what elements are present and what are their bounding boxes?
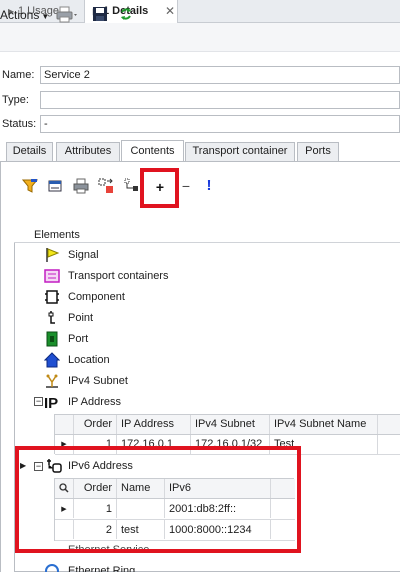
type-field[interactable] — [40, 91, 400, 109]
transport-container-icon — [44, 269, 60, 283]
tree-item-label: Location — [68, 354, 110, 366]
info-icon[interactable]: ! — [205, 178, 213, 194]
column-header-ip-address[interactable]: IP Address — [117, 415, 191, 434]
tree-item-label: Signal — [68, 249, 99, 261]
expand-columns-icon[interactable] — [47, 178, 63, 194]
print-preview-icon[interactable] — [73, 178, 89, 194]
print-icon[interactable] — [56, 6, 78, 24]
tree-item-transport-containers[interactable]: Transport containers — [40, 266, 340, 287]
svg-text:IP: IP — [44, 395, 58, 410]
name-label: Name: — [2, 69, 35, 81]
tree-header: Elements — [14, 227, 400, 243]
column-header-ipv4-subnet-name[interactable]: IPv4 Subnet Name — [270, 415, 378, 434]
actions-menu-button[interactable]: Actions ▼ — [0, 6, 53, 24]
tab-details-content[interactable]: Details — [6, 142, 53, 161]
point-icon — [48, 311, 55, 324]
filter-icon[interactable] — [22, 178, 38, 194]
signal-flag-icon — [46, 248, 60, 262]
ip-grid-header: Order IP Address IPv4 Subnet IPv4 Subnet… — [55, 415, 400, 435]
ip-address-icon: IP — [44, 395, 58, 410]
status-field[interactable]: - — [40, 115, 400, 133]
save-icon[interactable] — [92, 6, 108, 22]
chevron-down-icon: ▼ — [41, 12, 50, 21]
tree-item-label: Component — [68, 291, 125, 303]
tree-item-signal[interactable]: Signal — [40, 245, 340, 266]
location-icon — [44, 352, 60, 368]
ip-grid-corner — [55, 415, 74, 434]
tree-item-label: Transport containers — [68, 270, 169, 282]
layout-icon[interactable] — [98, 178, 114, 194]
ip-address-expander[interactable]: − — [34, 397, 43, 406]
structure-icon[interactable] — [124, 178, 140, 194]
column-header-ipv4-subnet[interactable]: IPv4 Subnet — [191, 415, 270, 434]
ethernet-ring-icon — [45, 564, 59, 572]
tree-item-label: Point — [68, 312, 94, 324]
tree-item-ipv4-subnet[interactable]: IPv4 Subnet — [40, 371, 340, 392]
toolbar — [0, 23, 400, 52]
tree-item-label: Port — [68, 333, 89, 345]
tree-item-location[interactable]: Location — [40, 350, 340, 371]
port-icon — [46, 331, 58, 347]
tree-item-port[interactable]: Port — [40, 329, 340, 350]
ipv4-subnet-icon — [46, 374, 58, 388]
type-label: Type: — [2, 94, 29, 106]
tree-item-component[interactable]: Component — [40, 287, 340, 308]
name-field[interactable]: Service 2 — [40, 66, 400, 84]
component-icon — [45, 290, 59, 304]
tree-item-point[interactable]: Point — [40, 308, 340, 329]
add-icon[interactable]: + — [155, 180, 165, 194]
tree-item-label: IP Address — [68, 396, 121, 408]
tree-item-label: IPv4 Subnet — [68, 375, 128, 387]
refresh-icon[interactable] — [119, 6, 133, 22]
content-tabs: Details Attributes Contents Transport co… — [0, 140, 400, 162]
tab-transport-container[interactable]: Transport container — [185, 142, 295, 161]
actions-label: Actions — [0, 8, 40, 22]
remove-icon[interactable]: − — [181, 179, 191, 193]
tab-ports[interactable]: Ports — [297, 142, 339, 161]
tree-item-label: Ethernet Ring — [68, 565, 136, 572]
column-header-order[interactable]: Order — [74, 415, 117, 434]
close-tab-icon[interactable]: ✕ — [164, 4, 176, 18]
ipv6-section-highlight — [15, 446, 301, 553]
tree-item-ethernet-ring[interactable]: Ethernet Ring — [40, 561, 300, 572]
tree-item-ip-address[interactable]: IP IP Address — [44, 392, 344, 413]
tab-contents[interactable]: Contents — [121, 140, 184, 161]
tab-attributes[interactable]: Attributes — [56, 142, 120, 161]
status-label: Status: — [2, 118, 37, 130]
